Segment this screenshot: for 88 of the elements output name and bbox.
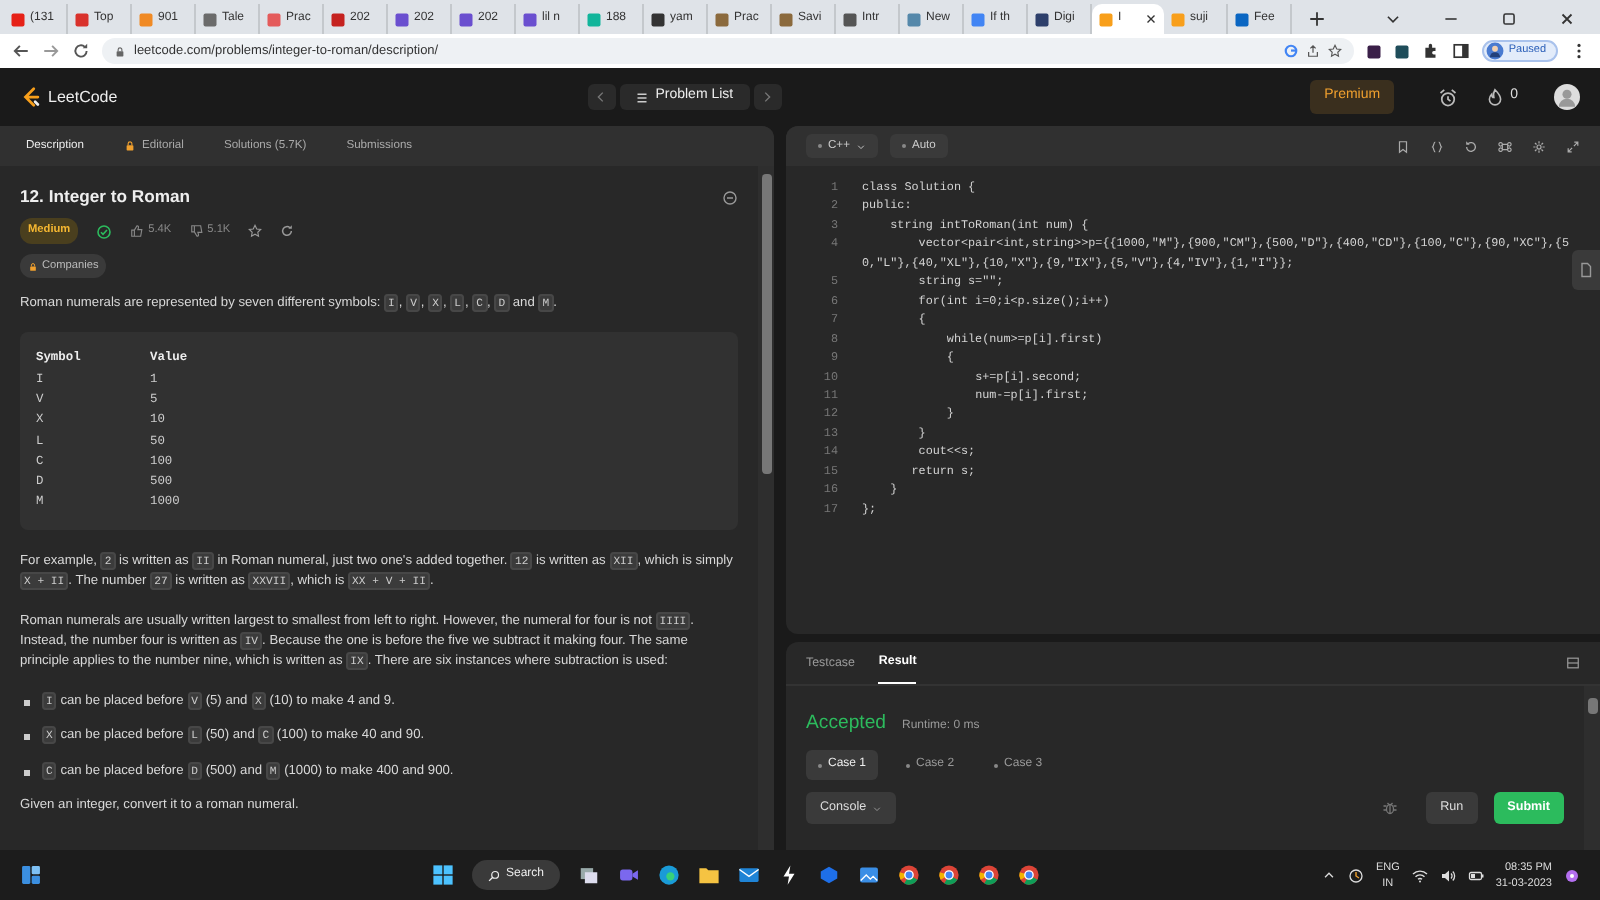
maximize-icon[interactable]	[1500, 10, 1518, 28]
back-icon[interactable]	[12, 42, 30, 60]
bullet-icon	[24, 769, 30, 776]
star-icon[interactable]	[1328, 44, 1343, 58]
chevron-up-icon[interactable]	[1321, 868, 1336, 882]
volume-icon[interactable]	[1439, 867, 1456, 883]
site-icon	[1034, 11, 1050, 27]
alarm-clock-icon[interactable]	[1438, 87, 1459, 107]
next-button[interactable]	[753, 84, 782, 110]
battery-icon[interactable]	[1467, 867, 1484, 883]
shortcut-icon[interactable]	[1498, 139, 1512, 153]
site-icon	[10, 11, 26, 27]
site-icon	[330, 11, 346, 27]
previous-button[interactable]	[587, 84, 616, 110]
lock-icon	[114, 45, 126, 57]
scrollbar[interactable]	[758, 166, 774, 850]
bullet-icon	[24, 699, 30, 706]
site-icon	[1098, 11, 1114, 27]
debug-icon[interactable]	[1382, 800, 1399, 817]
mail-icon[interactable]	[738, 864, 761, 886]
lock-icon	[124, 140, 136, 152]
new-tab-icon[interactable]	[1308, 10, 1326, 28]
chevron-down-icon	[872, 803, 883, 814]
reset-icon[interactable]	[1464, 139, 1478, 153]
box-icon[interactable]	[818, 864, 841, 886]
result-status: Accepted	[806, 710, 887, 738]
layout-icon[interactable]	[1566, 656, 1580, 670]
star-icon[interactable]	[248, 224, 263, 239]
chrome-icon[interactable]	[938, 864, 961, 886]
minus-circle-icon[interactable]	[722, 190, 738, 207]
chrome-icon[interactable]	[1018, 864, 1041, 886]
site-icon	[1234, 11, 1250, 27]
thumbs-up-icon	[130, 224, 145, 239]
settings-icon[interactable]	[1532, 139, 1546, 153]
site-icon	[586, 11, 602, 27]
close-icon[interactable]	[1558, 10, 1576, 28]
leetcode-logo-icon	[20, 86, 42, 108]
photos-icon[interactable]	[858, 864, 881, 886]
reload-icon[interactable]	[72, 42, 90, 60]
puzzle-icon[interactable]	[1422, 42, 1441, 60]
forward-icon[interactable]	[42, 42, 60, 60]
close-icon[interactable]	[1144, 12, 1158, 26]
site-icon	[1170, 11, 1186, 27]
thumbs-down-icon	[189, 224, 204, 239]
search-icon	[488, 869, 500, 881]
site-icon	[906, 11, 922, 27]
chevron-right-icon	[760, 90, 775, 104]
site-icon	[74, 11, 90, 27]
flame-icon	[1486, 88, 1505, 106]
profile-avatar-icon	[1486, 42, 1505, 60]
start-icon[interactable]	[432, 864, 454, 886]
site-icon	[202, 11, 218, 27]
site-icon	[394, 11, 410, 27]
site-icon	[650, 11, 666, 27]
bullet-icon	[24, 734, 30, 741]
chrome-icon[interactable]	[898, 864, 921, 886]
braces-icon[interactable]	[1430, 139, 1444, 153]
site-icon	[970, 11, 986, 27]
sidebar-icon[interactable]	[1452, 42, 1471, 60]
scrollbar[interactable]	[1584, 686, 1600, 850]
chrome-icon[interactable]	[978, 864, 1001, 886]
site-icon	[458, 11, 474, 27]
expand-icon[interactable]	[1566, 139, 1580, 153]
bookmark-icon[interactable]	[1396, 139, 1410, 153]
google-icon[interactable]	[1284, 44, 1299, 58]
problem-title: 12. Integer to Roman	[20, 186, 190, 207]
browser-icon[interactable]	[658, 864, 681, 886]
widgets-icon[interactable]	[20, 864, 42, 886]
site-icon	[266, 11, 282, 27]
logo-link[interactable]: LeetCode	[20, 85, 118, 109]
site-icon	[842, 11, 858, 27]
video-call-icon[interactable]	[618, 864, 641, 886]
folder-icon[interactable]	[698, 864, 721, 886]
site-icon	[714, 11, 730, 27]
lock-icon	[28, 261, 38, 272]
document-icon	[1578, 262, 1594, 278]
notification-icon[interactable]	[1564, 867, 1580, 883]
notes-button[interactable]	[1572, 250, 1600, 290]
chevron-down-icon	[855, 141, 866, 151]
site-icon	[138, 11, 154, 27]
site-icon	[778, 11, 794, 27]
chevron-left-icon	[594, 90, 609, 104]
menu-icon	[635, 91, 648, 103]
tab-list-icon[interactable]	[1384, 10, 1402, 28]
task-view-icon[interactable]	[578, 864, 601, 886]
site-icon	[522, 11, 538, 27]
wifi-icon[interactable]	[1411, 867, 1428, 883]
avatar-icon[interactable]	[1554, 84, 1580, 110]
